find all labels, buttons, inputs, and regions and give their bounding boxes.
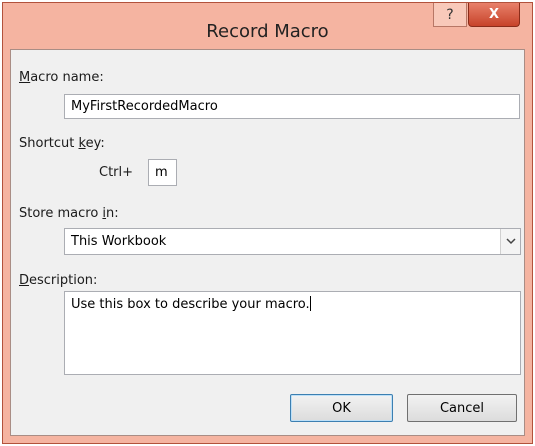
text-caret [309, 296, 311, 311]
help-icon: ? [446, 6, 454, 23]
close-button[interactable]: X [468, 3, 520, 27]
description-textarea[interactable]: Use this box to describe your macro. [64, 291, 521, 375]
macro-name-value: MyFirstRecordedMacro [71, 99, 218, 114]
store-macro-select[interactable]: This Workbook [64, 228, 521, 255]
record-macro-dialog: Record Macro ? X Macro name: MyFirstReco… [2, 2, 533, 444]
description-label: Description: [19, 273, 98, 288]
macro-name-label: Macro name: [19, 70, 104, 85]
ok-button[interactable]: OK [290, 394, 393, 422]
close-icon: X [488, 7, 500, 22]
dialog-body: Macro name: MyFirstRecordedMacro Shortcu… [10, 49, 525, 436]
store-macro-selected: This Workbook [71, 234, 167, 249]
ctrl-prefix-label: Ctrl+ [99, 165, 134, 180]
help-button[interactable]: ? [433, 3, 467, 27]
shortcut-key-input[interactable]: m [148, 159, 177, 186]
chevron-down-icon[interactable] [500, 229, 520, 254]
title-bar[interactable]: Record Macro ? X [3, 3, 532, 49]
description-value: Use this box to describe your macro. [71, 297, 310, 312]
macro-name-input[interactable]: MyFirstRecordedMacro [64, 94, 520, 119]
shortcut-key-value: m [155, 165, 168, 180]
store-macro-label: Store macro in: [19, 206, 119, 221]
shortcut-key-label: Shortcut key: [19, 136, 105, 151]
cancel-button[interactable]: Cancel [407, 394, 517, 422]
